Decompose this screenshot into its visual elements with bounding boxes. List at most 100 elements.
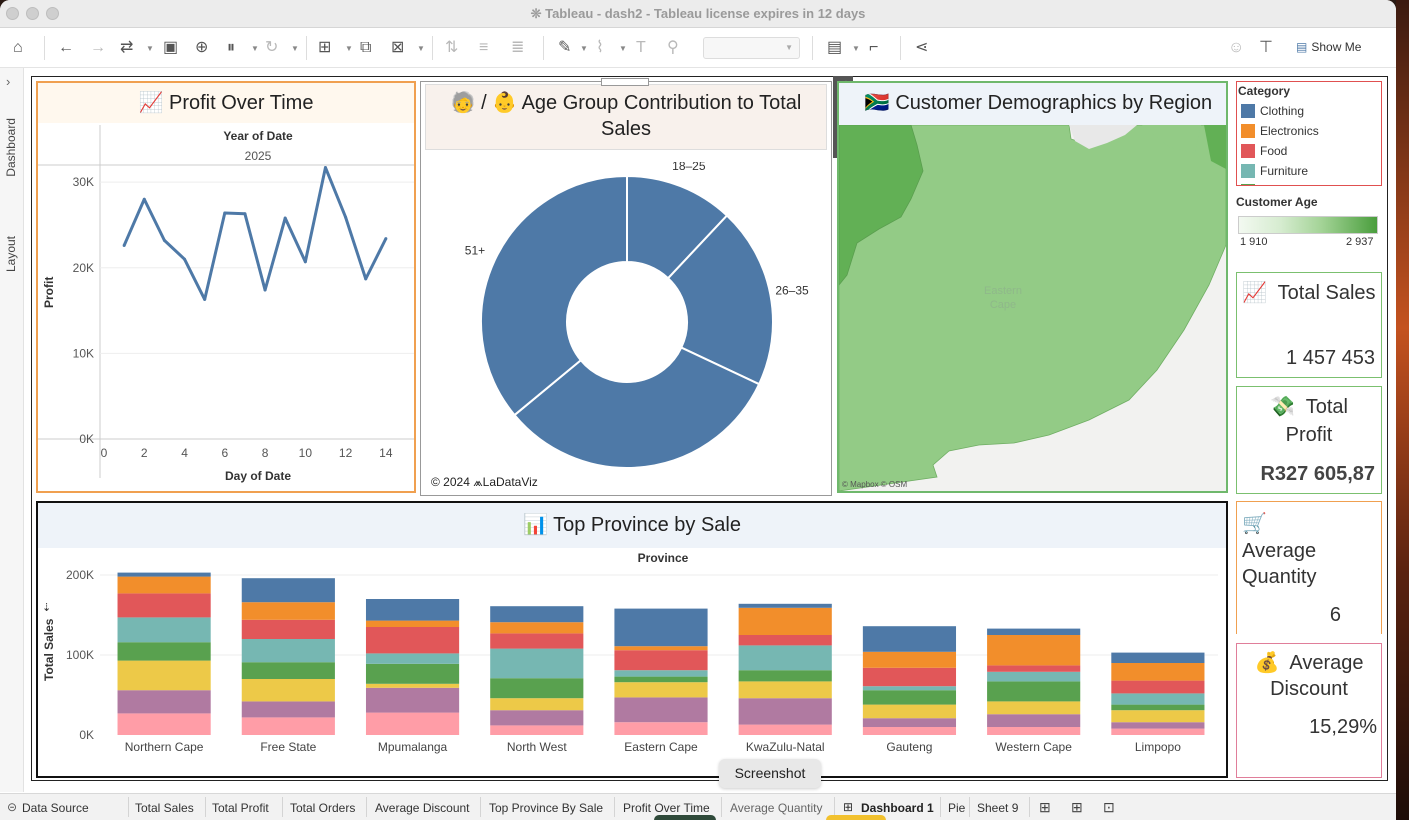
sort-ascending-icon[interactable]: ≡	[479, 38, 488, 58]
average-quantity-card[interactable]: 🛒 Average Quantity 6	[1236, 501, 1382, 634]
home-icon[interactable]: ⌂	[13, 38, 23, 58]
average-discount-card[interactable]: 💰 Average Discount 15,29%	[1236, 643, 1382, 778]
fit-dropdown[interactable]: ▼	[703, 37, 800, 59]
expand-pane-icon[interactable]: ›	[6, 74, 10, 89]
customer-demographics-map-panel[interactable]: 🇿🇦 Customer Demographics by Region Easte…	[837, 81, 1228, 493]
bar-segment	[987, 727, 1081, 735]
sort-descending-icon[interactable]: ≣	[511, 38, 524, 58]
tab-layout[interactable]: Layout	[4, 236, 18, 272]
bar-segment	[117, 593, 211, 618]
swap-axes-icon[interactable]: ⇅	[445, 38, 458, 58]
dashboard-icon: ⊞	[843, 800, 854, 814]
total-sales-card[interactable]: 📈 Total Sales 1 457 453	[1236, 272, 1382, 378]
age-group-panel[interactable]: 🧓 / 👶 Age Group Contribution to Total Sa…	[420, 78, 832, 496]
region-label: Eastern Cape	[984, 285, 1022, 311]
bar-segment	[614, 682, 708, 698]
y-tick-label: 30K	[73, 175, 94, 189]
x-tick-label: Mpumalanga	[378, 740, 448, 754]
bar-segment	[490, 622, 584, 634]
new-worksheet-icon[interactable]: ⊞	[318, 38, 331, 58]
pause-updates-icon[interactable]: ⏸	[227, 38, 235, 58]
bar-segment	[987, 635, 1081, 666]
legend-item[interactable]: Electronics	[1241, 124, 1319, 138]
chart-increasing-icon: 📈	[138, 92, 164, 114]
duplicate-icon[interactable]: ⧉	[360, 38, 371, 58]
category-legend[interactable]: Category Clothing Electronics Food Furni…	[1236, 81, 1382, 186]
bar-segment	[241, 602, 335, 620]
x-tick-label: Limpopo	[1135, 740, 1181, 754]
total-profit-card[interactable]: 💸 Total Profit R327 605,87	[1236, 386, 1382, 494]
legend-item[interactable]: Food	[1241, 144, 1287, 158]
bar-segment	[1111, 710, 1205, 723]
clear-sheet-icon[interactable]: ⊠	[391, 38, 404, 58]
show-labels-icon[interactable]: T	[636, 38, 646, 58]
tooltip-settings-icon[interactable]: ⊤	[1259, 38, 1273, 58]
age-min-label: 1 910	[1240, 236, 1268, 248]
chart-footer: © 2024 ⩕LaDataViz	[431, 475, 538, 489]
tab-average-quantity[interactable]: Average Quantity	[730, 801, 823, 815]
x-tick-label: 6	[221, 446, 228, 460]
data-point	[162, 238, 166, 242]
bar-segment	[1111, 722, 1205, 729]
bar-segment	[365, 627, 460, 654]
data-point	[283, 216, 287, 220]
new-worksheet-icon[interactable]: ⊞	[1039, 799, 1051, 816]
tab-total-orders[interactable]: Total Orders	[290, 801, 355, 815]
x-tick-label: 14	[379, 446, 393, 460]
legend-item[interactable]	[1241, 184, 1260, 185]
x-tick-label: 12	[339, 446, 353, 460]
highlight-icon[interactable]: ✎	[558, 38, 571, 58]
chevron-down-icon: ▼	[785, 43, 793, 52]
new-data-source-icon[interactable]: ⊕	[195, 38, 208, 58]
tab-average-discount[interactable]: Average Discount	[375, 801, 470, 815]
dock-item	[654, 815, 716, 820]
tab-total-profit[interactable]: Total Profit	[212, 801, 269, 815]
tableau-logo-icon: ❊	[530, 6, 546, 21]
bar-segment	[1111, 693, 1205, 705]
x-tick-label: 0	[101, 446, 108, 460]
tab-top-province[interactable]: Top Province By Sale	[489, 801, 603, 815]
legend-item[interactable]: Furniture	[1241, 164, 1308, 178]
y-tick-label: 20K	[73, 261, 94, 275]
toolbar: ⌂ ← → ⇄ ▼ ▣ ⊕ ⏸ ▼ ↻ ▼ ⊞ ▼ ⧉ ⊠ ▼ ⇅ ≡ ≣ ✎ ▼ ⌇ ▼ T…	[0, 28, 1396, 68]
tab-sheet-9[interactable]: Sheet 9	[977, 801, 1018, 815]
fit-icon[interactable]: ▤	[827, 38, 842, 58]
bar-segment	[738, 607, 832, 635]
new-story-icon[interactable]: ⊡	[1103, 799, 1115, 816]
tab-total-sales[interactable]: Total Sales	[135, 801, 194, 815]
refresh-icon[interactable]: ↻	[265, 38, 278, 58]
tab-dashboard[interactable]: Dashboard	[4, 118, 18, 177]
redo-icon[interactable]: →	[90, 38, 106, 58]
bar-segment	[738, 603, 832, 608]
bar-segment	[365, 683, 460, 688]
undo-icon[interactable]: ←	[58, 38, 74, 58]
bar-segment	[241, 717, 335, 735]
legend-item[interactable]: Clothing	[1241, 104, 1304, 118]
bar-segment	[987, 628, 1081, 635]
tab-dashboard-1[interactable]: Dashboard 1	[861, 801, 934, 815]
y-tick-label: 0K	[79, 432, 94, 446]
show-me-button[interactable]: ▤ Show Me	[1296, 40, 1361, 54]
bar-segment	[117, 576, 211, 594]
slice-label: 51+	[465, 243, 485, 257]
tab-data-source[interactable]: Data Source	[22, 801, 89, 815]
ask-data-icon[interactable]: ☺	[1228, 38, 1244, 58]
tab-profit-over-time[interactable]: Profit Over Time	[623, 801, 710, 815]
data-point	[142, 197, 146, 201]
x-tick-label: Eastern Cape	[624, 740, 698, 754]
bar-segment	[614, 650, 708, 671]
profit-over-time-panel[interactable]: 📈 Profit Over Time Year of Date 2025 Pro…	[36, 81, 416, 493]
save-icon[interactable]: ▣	[163, 38, 178, 58]
bar-segment	[117, 572, 211, 577]
presentation-icon[interactable]: ⌐	[869, 38, 878, 58]
new-dashboard-icon[interactable]: ⊞	[1071, 799, 1083, 816]
attach-icon[interactable]: ⌇	[596, 38, 604, 58]
drag-handle[interactable]	[601, 78, 649, 86]
tab-pie[interactable]: Pie	[948, 801, 965, 815]
profit-series-line	[122, 166, 388, 301]
pin-icon[interactable]: ⚲	[667, 38, 679, 58]
bar-segment	[241, 619, 335, 639]
share-icon[interactable]: ⋖	[915, 38, 928, 58]
replay-icon[interactable]: ⇄	[120, 38, 133, 58]
top-province-panel[interactable]: 📊 Top Province by Sale Province Total Sa…	[36, 501, 1228, 778]
